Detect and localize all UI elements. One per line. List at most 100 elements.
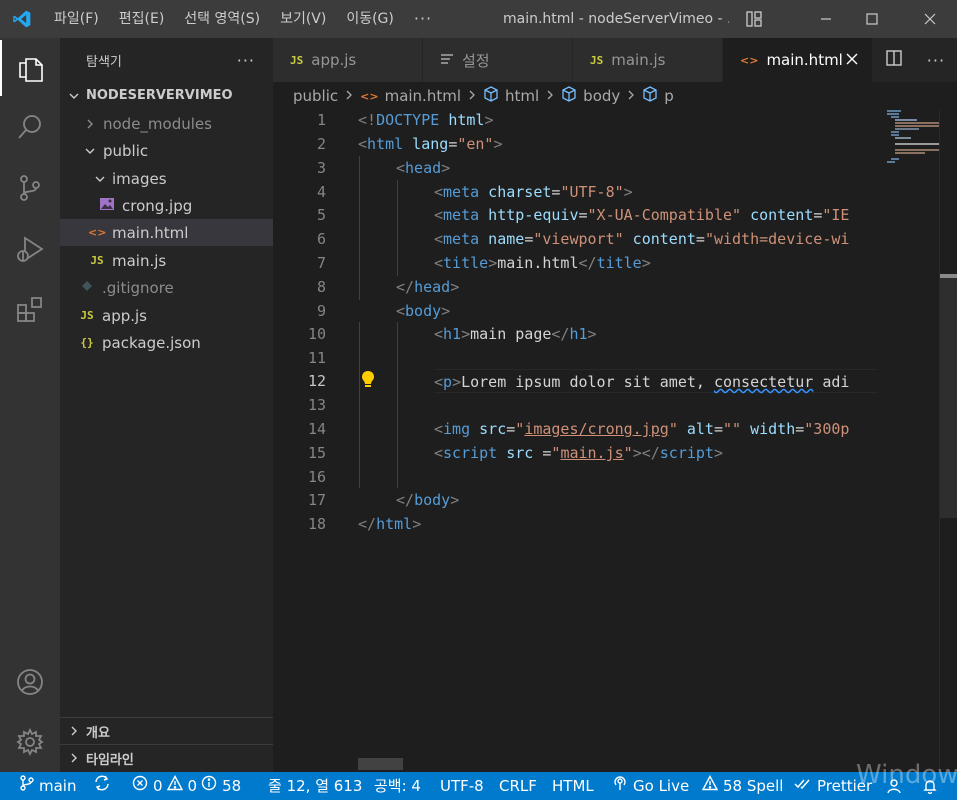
link-images-crong[interactable]: images/crong.jpg (524, 420, 669, 438)
minimap-line (895, 143, 939, 145)
tok: "X-UA-Compatible" (587, 206, 742, 224)
tok: " (515, 420, 525, 438)
scrollbar-thumb[interactable] (940, 278, 957, 518)
cursor-position[interactable]: 줄 12, 열 613 (268, 772, 362, 800)
branch-status[interactable]: main (20, 772, 76, 800)
breadcrumb-p[interactable]: p (664, 87, 674, 105)
code-editor[interactable]: 1 2 3 4 5 6 7 8 9 10 11 12 13 14 15 16 1… (273, 110, 879, 772)
line-number: 16 (307, 468, 326, 486)
menu-file[interactable]: 파일(F) (44, 0, 109, 38)
encoding-status[interactable]: UTF-8 (440, 772, 484, 800)
menu-edit[interactable]: 편집(E) (109, 0, 175, 38)
more-actions-button[interactable]: ··· (927, 51, 945, 70)
maximize-button[interactable] (849, 0, 895, 38)
project-folder[interactable]: NODESERVERVIMEO (60, 82, 273, 109)
spell-status[interactable]: 58 Spell (701, 772, 783, 800)
timeline-section[interactable]: 타임라인 (60, 744, 273, 771)
search-icon[interactable] (0, 99, 60, 155)
line-number: 18 (307, 515, 326, 533)
link-main-js[interactable]: main.js (560, 444, 623, 462)
close-tab-icon[interactable] (844, 51, 860, 67)
tok: html (367, 135, 404, 153)
activity-bar (0, 38, 60, 772)
account-icon[interactable] (0, 654, 60, 710)
breadcrumb: public <> main.html html body p (273, 82, 957, 110)
minimap[interactable] (879, 110, 939, 772)
split-editor-icon[interactable] (885, 49, 903, 71)
run-debug-icon[interactable] (0, 221, 60, 277)
problems-status[interactable]: 0 0 58 (132, 772, 241, 800)
js-file-icon: JS (590, 53, 604, 67)
code-line-2: <html lang="en"> (358, 132, 503, 156)
lightbulb-icon[interactable] (361, 370, 375, 388)
vertical-scrollbar[interactable] (939, 110, 957, 772)
breadcrumb-html[interactable]: html (505, 87, 539, 105)
horizontal-scrollbar-thumb[interactable] (358, 758, 403, 770)
tab-app-js[interactable]: JS app.js (273, 38, 423, 82)
tree-item-node-modules[interactable]: node_modules (60, 110, 273, 137)
tok: img (443, 420, 471, 438)
tree-item-images[interactable]: images (60, 165, 273, 192)
minimize-button[interactable] (803, 0, 849, 38)
tok: "UTF-8" (560, 183, 624, 201)
minimap-line (891, 116, 899, 118)
tok: h1 (443, 325, 462, 343)
explorer-more-button[interactable]: ··· (237, 51, 255, 70)
go-live-button[interactable]: Go Live (612, 772, 689, 800)
warning-icon (166, 772, 188, 800)
tree-item-main-html[interactable]: <> main.html (60, 219, 273, 246)
sync-button[interactable] (93, 772, 116, 800)
tab-main-js[interactable]: JS main.js (573, 38, 723, 82)
minimap-line (887, 161, 895, 163)
project-name: NODESERVERVIMEO (86, 88, 233, 103)
close-window-button[interactable] (907, 0, 953, 38)
menu-selection[interactable]: 선택 영역(S) (174, 0, 270, 38)
eol-status[interactable]: CRLF (499, 772, 537, 800)
explorer-icon[interactable] (0, 40, 60, 96)
language-mode[interactable]: HTML (552, 772, 594, 800)
line-number: 17 (307, 491, 326, 509)
tab-main-html[interactable]: <> main.html (723, 38, 873, 82)
tok: body (414, 491, 451, 509)
tree-item-package-json[interactable]: {} package.json (60, 329, 273, 356)
tok: < (434, 183, 444, 201)
tok: " (668, 420, 678, 438)
code-line-12-current: <p>Lorem ipsum dolor sit amet, consectet… (434, 369, 878, 393)
indent-guide (359, 322, 360, 488)
menu-more[interactable]: ··· (404, 0, 442, 38)
tok: main page (470, 325, 552, 343)
line-number: 2 (316, 135, 326, 153)
menu-view[interactable]: 보기(V) (270, 0, 336, 38)
outline-section[interactable]: 개요 (60, 717, 273, 744)
line-number: 8 (316, 278, 326, 296)
tok: p (443, 373, 453, 391)
tok: < (396, 159, 406, 177)
minimap-line (895, 137, 911, 139)
tok: body (405, 302, 442, 320)
line-number: 9 (316, 302, 326, 320)
tree-item-main-js[interactable]: JS main.js (60, 247, 273, 274)
breadcrumb-public[interactable]: public (293, 87, 338, 105)
image-file-icon (98, 197, 116, 214)
tree-item-gitignore[interactable]: .gitignore (60, 274, 273, 301)
tok: content (741, 206, 814, 224)
chevron-down-icon (82, 143, 98, 159)
menu-go[interactable]: 이동(G) (336, 0, 404, 38)
tab-settings[interactable]: 설정 (423, 38, 573, 82)
chevron-right-icon (626, 87, 636, 105)
spell-warning[interactable]: consectetur (714, 373, 813, 391)
extensions-icon[interactable] (0, 282, 60, 338)
tree-item-public[interactable]: public (60, 137, 273, 164)
manage-gear-icon[interactable] (0, 714, 60, 770)
tree-item-app-js[interactable]: JS app.js (60, 302, 273, 329)
vscode-logo-icon[interactable] (0, 0, 44, 38)
tree-item-crong-jpg[interactable]: crong.jpg (60, 192, 273, 219)
tok: script (659, 444, 714, 462)
breadcrumb-main-html[interactable]: main.html (385, 87, 461, 105)
tok: = (695, 230, 705, 248)
code-line-7: <title>main.html</title> (434, 251, 651, 275)
source-control-icon[interactable] (0, 160, 60, 216)
breadcrumb-body[interactable]: body (583, 87, 620, 105)
customize-layout-icon[interactable] (745, 10, 763, 28)
indentation-status[interactable]: 공백: 4 (374, 772, 421, 800)
